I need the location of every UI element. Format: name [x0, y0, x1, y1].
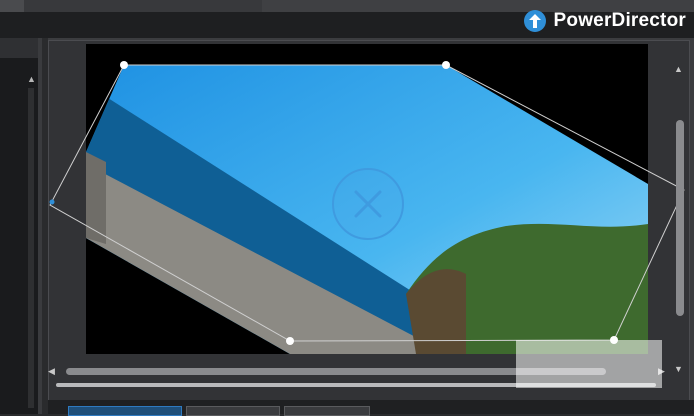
resize-handle-top-right[interactable] [442, 61, 450, 69]
toolbar-button[interactable] [68, 406, 182, 416]
resize-handle-left[interactable] [49, 199, 55, 205]
resize-handle-top-left[interactable] [120, 61, 128, 69]
scroll-up-icon[interactable]: ▲ [674, 64, 683, 74]
move-handle[interactable] [332, 168, 404, 240]
watermark-overlay [516, 340, 662, 388]
vertical-scroll-thumb[interactable] [676, 120, 684, 316]
scroll-left-icon[interactable]: ◀ [48, 366, 55, 377]
toolbar-button[interactable] [186, 406, 280, 416]
vertical-scrollbar[interactable]: ▲ ▼ [672, 64, 688, 374]
toolbar-button[interactable] [284, 406, 370, 416]
scroll-down-icon[interactable]: ▼ [674, 364, 683, 374]
resize-handle-bottom-left[interactable] [286, 337, 294, 345]
